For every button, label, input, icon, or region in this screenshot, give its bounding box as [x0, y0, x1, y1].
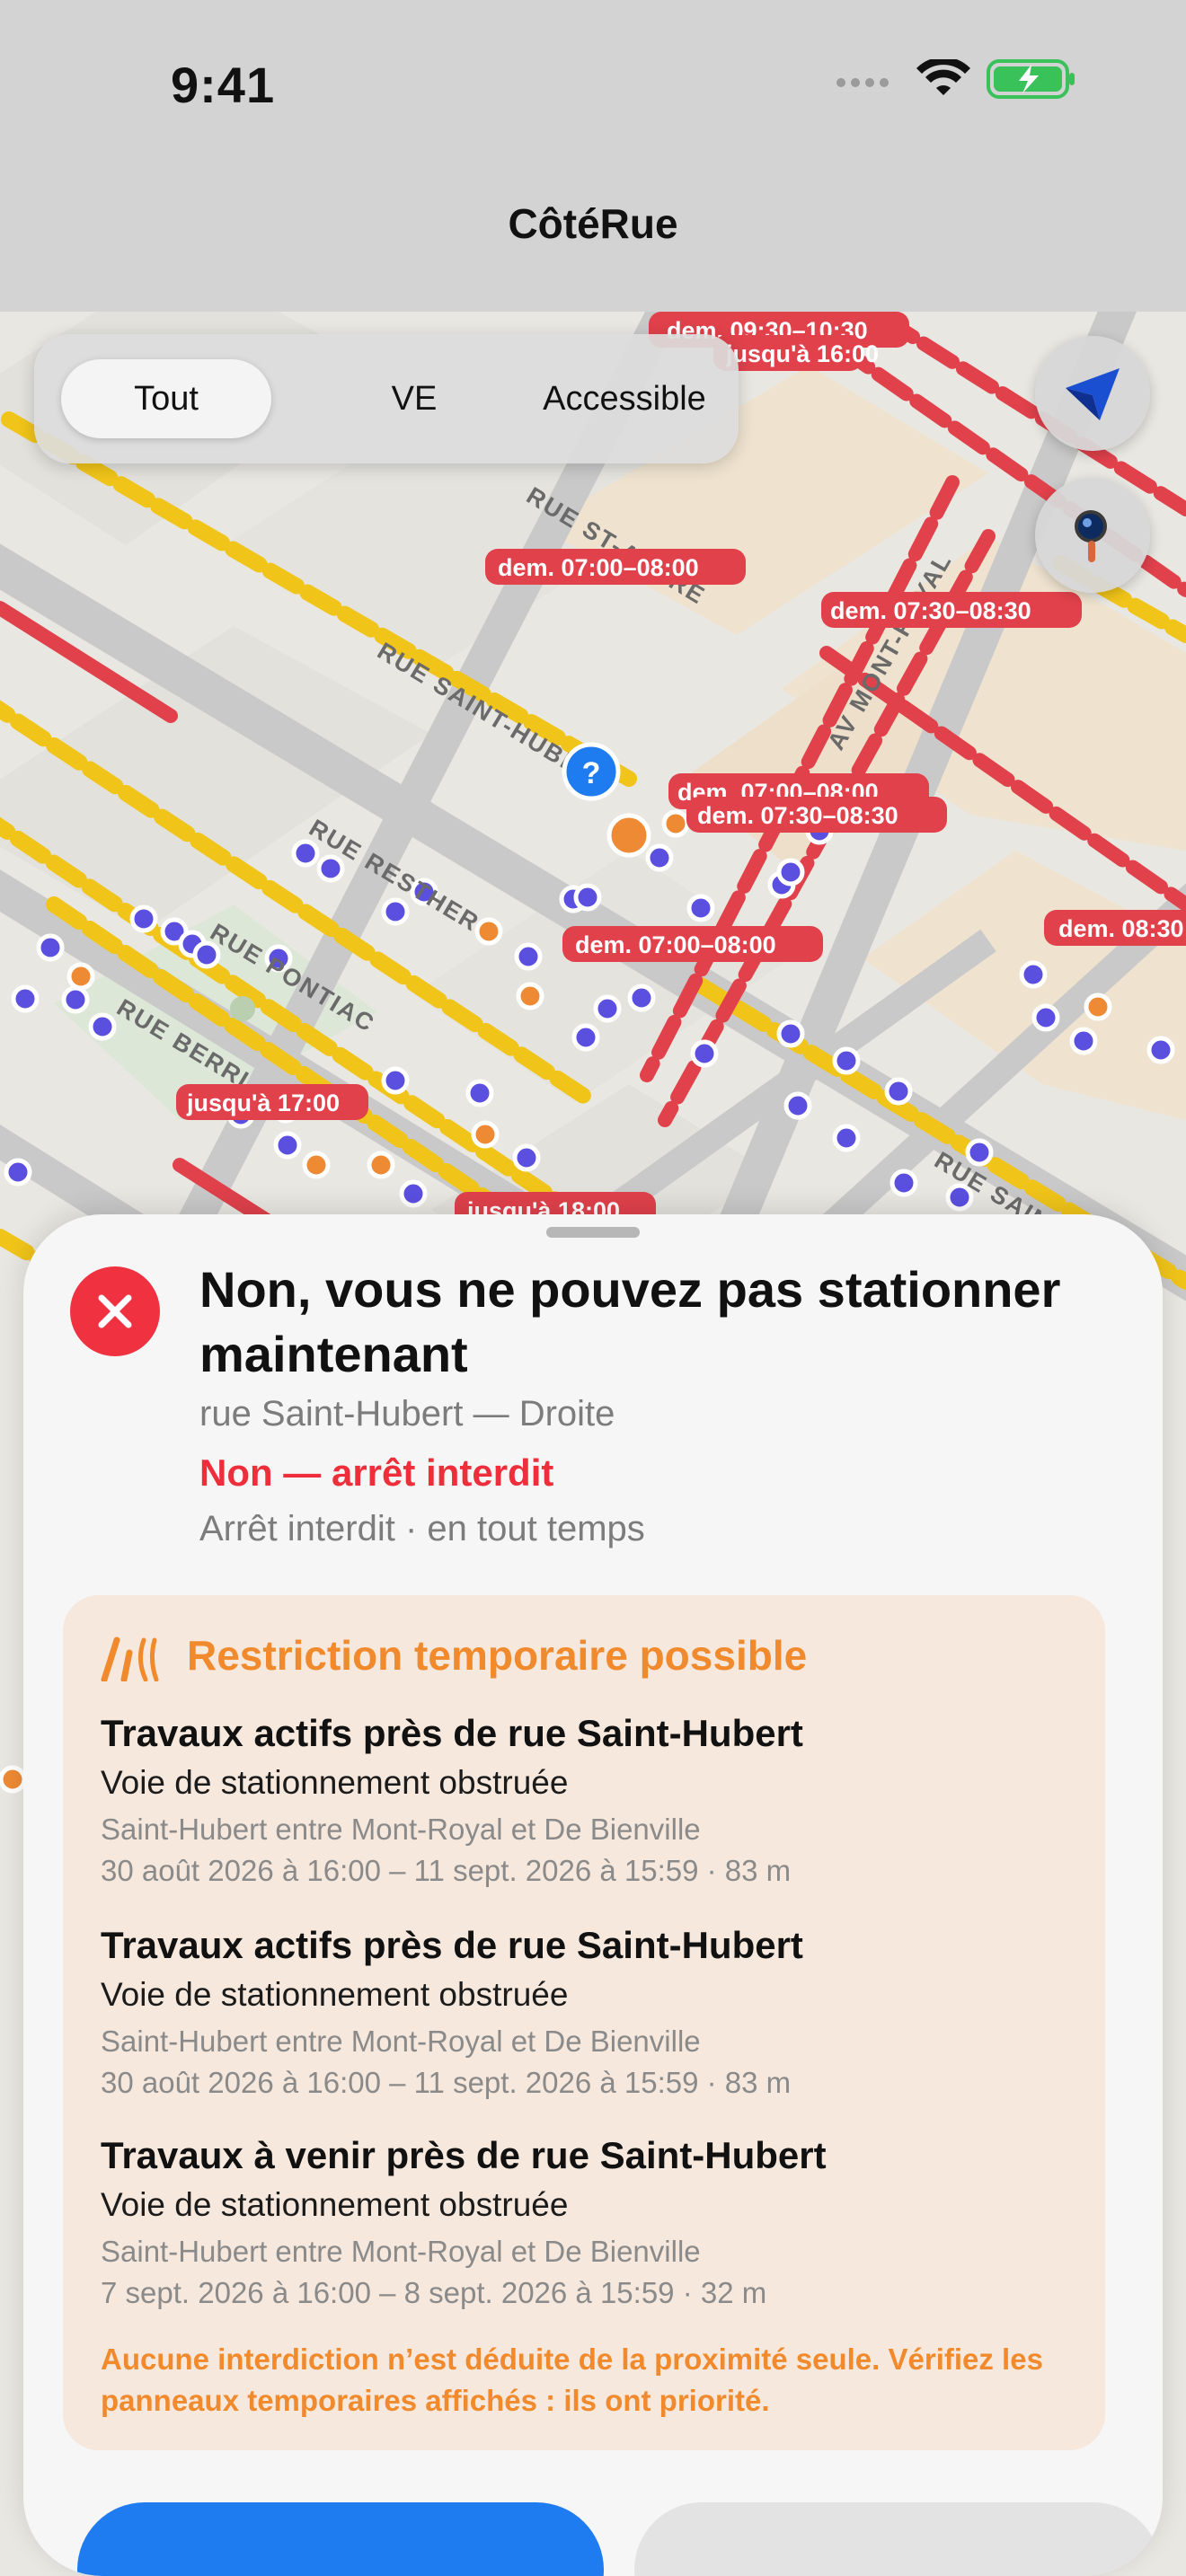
filter-tab-accessible[interactable]: Accessible — [519, 359, 730, 438]
cellular-icon — [836, 78, 889, 87]
item-subtitle: Voie de stationnement obstruée — [101, 2186, 569, 2223]
list-item[interactable]: Travaux à venir près de rue Saint-Hubert… — [101, 2134, 1080, 2310]
item-heading: Travaux actifs près de rue Saint-Hubert — [101, 1924, 803, 1966]
time-label: jusqu'à 16:00 — [725, 340, 879, 367]
xmark-circle-icon — [70, 1266, 160, 1356]
status-icons — [836, 57, 1078, 99]
time-label: dem. 07:30–08:30 — [697, 802, 898, 829]
item-location: Saint-Hubert entre Mont-Royal et De Bien… — [101, 2235, 701, 2268]
parking-verdict: Non — arrêt interdit — [199, 1451, 554, 1494]
item-dates: 7 sept. 2026 à 16:00 – 8 sept. 2026 à 15… — [101, 2276, 767, 2309]
parking-status-sheet: Non, vous ne pouvez pas stationner maint… — [23, 1214, 1163, 2576]
battery-icon — [987, 59, 1075, 99]
item-dates: 30 août 2026 à 16:00 – 11 sept. 2026 à 1… — [101, 2066, 792, 2099]
filter-tab-ve[interactable]: VE — [309, 359, 519, 438]
locate-button[interactable] — [1035, 336, 1150, 451]
warning-note: Aucune interdiction n’est déduite de la … — [101, 2342, 1043, 2417]
list-item[interactable]: Travaux actifs près de rue Saint-Hubert … — [101, 1712, 1080, 1888]
item-heading: Travaux à venir près de rue Saint-Hubert — [101, 2134, 827, 2176]
parking-rule: Arrêt interdit · en tout temps — [199, 1509, 645, 1548]
wifi-icon — [916, 57, 970, 95]
time-label: dem. 07:00–08:00 — [575, 931, 776, 958]
item-subtitle: Voie de stationnement obstruée — [101, 1976, 569, 2013]
filter-tab-label: VE — [391, 379, 438, 418]
item-location: Saint-Hubert entre Mont-Royal et De Bien… — [101, 1813, 701, 1846]
temporary-restriction-card: Restriction temporaire possible Travaux … — [63, 1595, 1105, 2450]
filter-tab-tout[interactable]: Tout — [61, 359, 271, 438]
question-pin-icon[interactable]: ? — [562, 742, 621, 801]
clock: 9:41 — [171, 57, 276, 113]
filter-segmented-control: Tout VE Accessible — [34, 334, 739, 463]
secondary-action-button[interactable] — [634, 2502, 1161, 2576]
time-label: jusqu'à 17:00 — [186, 1090, 340, 1116]
item-heading: Travaux actifs près de rue Saint-Hubert — [101, 1712, 803, 1754]
magnifier-icon — [1075, 510, 1107, 562]
nav-title: CôtéRue — [508, 200, 678, 247]
item-dates: 30 août 2026 à 16:00 – 11 sept. 2026 à 1… — [101, 1854, 792, 1887]
time-label: dem. 07:30–08:30 — [830, 597, 1031, 624]
time-label: dem. 07:00–08:00 — [498, 554, 699, 581]
search-button[interactable] — [1035, 478, 1150, 593]
street-side: rue Saint-Hubert — Droite — [199, 1394, 615, 1434]
status-bar: 9:41 CôtéRue — [0, 0, 1186, 247]
roadwork-cone-icon — [101, 1636, 159, 1681]
time-label: dem. 08:30 — [1058, 915, 1184, 942]
primary-action-button[interactable] — [77, 2502, 604, 2576]
filter-tab-label: Accessible — [543, 379, 706, 418]
filter-tab-label: Tout — [134, 379, 199, 418]
sheet-grabber[interactable] — [546, 1227, 640, 1238]
list-item[interactable]: Travaux actifs près de rue Saint-Hubert … — [101, 1924, 1080, 2100]
pin-label: ? — [582, 756, 601, 790]
sheet-title: Non, vous ne pouvez pas stationner maint… — [199, 1261, 1061, 1382]
location-arrow-icon — [1066, 368, 1120, 420]
warning-title: Restriction temporaire possible — [187, 1632, 808, 1679]
item-subtitle: Voie de stationnement obstruée — [101, 1764, 569, 1801]
item-location: Saint-Hubert entre Mont-Royal et De Bien… — [101, 2025, 701, 2058]
